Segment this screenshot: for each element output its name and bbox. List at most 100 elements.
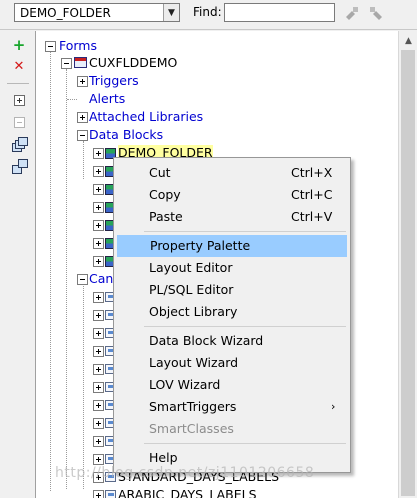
expand-toggle[interactable] xyxy=(93,328,104,339)
find-label: Find: xyxy=(193,5,222,19)
expand-toggle[interactable] xyxy=(93,184,104,195)
expand-all-icon[interactable] xyxy=(10,135,28,153)
expand-toggle[interactable] xyxy=(93,436,104,447)
menu-item-shortcut: Ctrl+V xyxy=(291,209,333,224)
toolbar-divider xyxy=(7,83,29,84)
tree-node-module[interactable]: CUXFLDDEMO xyxy=(61,54,177,72)
menu-divider xyxy=(144,231,346,232)
expand-toggle[interactable] xyxy=(77,76,88,87)
tree-node-alerts[interactable]: Alerts xyxy=(67,90,126,108)
expand-toggle[interactable] xyxy=(93,346,104,357)
collapse-toggle[interactable] xyxy=(61,58,72,69)
context-menu: Cut Ctrl+X Copy Ctrl+C Paste Ctrl+V Prop… xyxy=(113,157,351,473)
tree-node-label: ARABIC_DAYS_LABELS xyxy=(118,487,257,498)
object-combo-value: DEMO_FOLDER xyxy=(20,6,111,20)
menu-item-cut[interactable]: Cut Ctrl+X xyxy=(117,162,347,184)
expand-icon[interactable] xyxy=(10,91,28,109)
menu-divider xyxy=(144,326,346,327)
menu-item-label: SmartTriggers xyxy=(149,399,237,414)
menu-item-label: Copy xyxy=(149,187,181,202)
vertical-scrollbar[interactable]: ▲ xyxy=(398,31,417,498)
expand-toggle[interactable] xyxy=(93,400,104,411)
expand-toggle[interactable] xyxy=(93,382,104,393)
menu-item-label: Layout Editor xyxy=(149,260,233,275)
chevron-down-icon[interactable]: ▼ xyxy=(163,4,179,21)
expand-toggle[interactable] xyxy=(93,472,104,483)
tree-connector xyxy=(83,283,84,489)
top-toolbar: DEMO_FOLDER ▼ Find: xyxy=(0,0,417,30)
collapse-toggle[interactable] xyxy=(77,274,88,285)
menu-item-paste[interactable]: Paste Ctrl+V xyxy=(117,206,347,228)
menu-item-shortcut: Ctrl+X xyxy=(291,165,333,180)
menu-item-label: Layout Wizard xyxy=(149,355,239,370)
tree-connector xyxy=(50,51,51,491)
expand-toggle[interactable] xyxy=(93,310,104,321)
delete-icon[interactable]: ✕ xyxy=(10,57,28,75)
menu-item-label: LOV Wizard xyxy=(149,377,221,392)
menu-item-label: PL/SQL Editor xyxy=(149,282,234,297)
menu-item-plsql-editor[interactable]: PL/SQL Editor xyxy=(117,279,347,301)
expand-toggle[interactable] xyxy=(93,418,104,429)
flashlight-left-icon[interactable] xyxy=(343,4,361,22)
menu-item-layout-wizard[interactable]: Layout Wizard xyxy=(117,352,347,374)
scroll-up-icon[interactable]: ▲ xyxy=(400,32,417,49)
menu-item-layout-editor[interactable]: Layout Editor xyxy=(117,257,347,279)
tree-node-triggers[interactable]: Triggers xyxy=(77,72,139,90)
expand-toggle[interactable] xyxy=(77,112,88,123)
tree-connector xyxy=(66,69,67,489)
menu-item-lov-wizard[interactable]: LOV Wizard xyxy=(117,374,347,396)
collapse-icon[interactable] xyxy=(10,113,28,131)
tree-node-label: Attached Libraries xyxy=(89,109,204,124)
tree-node-label: Alerts xyxy=(89,91,126,106)
canvas-icon xyxy=(105,490,116,498)
menu-item-label: Property Palette xyxy=(150,238,251,253)
create-icon[interactable]: + xyxy=(10,36,28,54)
tree-node-attached-libraries[interactable]: Attached Libraries xyxy=(77,108,203,126)
expand-toggle[interactable] xyxy=(93,148,104,159)
tree-node-label: Forms xyxy=(59,38,98,53)
tree-node-canvas[interactable]: ARABIC_DAYS_LABELS xyxy=(93,486,257,498)
menu-item-shortcut: Ctrl+C xyxy=(291,187,333,202)
menu-item-property-palette[interactable]: Property Palette xyxy=(117,235,347,257)
canvas-icon xyxy=(105,472,116,482)
tree-node-label: Triggers xyxy=(89,73,139,88)
form-module-icon xyxy=(74,57,87,68)
menu-item-label: Object Library xyxy=(149,304,238,319)
tree-node-label: CUXFLDDEMO xyxy=(89,55,178,70)
menu-divider xyxy=(144,443,346,444)
tree-node-label: Data Blocks xyxy=(89,127,164,142)
expand-toggle[interactable] xyxy=(93,220,104,231)
menu-item-label: Help xyxy=(149,450,178,465)
tree-connector xyxy=(67,99,77,100)
expand-toggle[interactable] xyxy=(93,454,104,465)
menu-item-data-block-wizard[interactable]: Data Block Wizard xyxy=(117,330,347,352)
expand-toggle[interactable] xyxy=(93,364,104,375)
tree-connector xyxy=(83,141,84,179)
menu-item-smarttriggers[interactable]: SmartTriggers › xyxy=(117,396,347,418)
menu-item-label: SmartClasses xyxy=(149,421,234,436)
collapse-all-icon[interactable] xyxy=(10,157,28,175)
menu-item-help[interactable]: Help xyxy=(117,447,347,469)
menu-item-label: Data Block Wizard xyxy=(149,333,264,348)
expand-toggle[interactable] xyxy=(93,166,104,177)
chevron-right-icon: › xyxy=(331,400,336,413)
menu-item-label: Cut xyxy=(149,165,171,180)
expand-toggle[interactable] xyxy=(93,292,104,303)
expand-toggle[interactable] xyxy=(93,490,104,498)
menu-item-smartclasses: SmartClasses xyxy=(117,418,347,440)
menu-item-object-library[interactable]: Object Library xyxy=(117,301,347,323)
tree-node-forms[interactable]: Forms xyxy=(45,37,97,55)
flashlight-right-icon[interactable] xyxy=(367,4,385,22)
expand-toggle[interactable] xyxy=(93,238,104,249)
expand-toggle[interactable] xyxy=(93,202,104,213)
tree-node-data-blocks[interactable]: Data Blocks xyxy=(77,126,163,144)
menu-item-label: Paste xyxy=(149,209,183,224)
object-combo[interactable]: DEMO_FOLDER ▼ xyxy=(14,3,180,22)
collapse-toggle[interactable] xyxy=(77,130,88,141)
menu-item-copy[interactable]: Copy Ctrl+C xyxy=(117,184,347,206)
scrollbar-thumb[interactable] xyxy=(401,50,415,496)
navigator-toolbar: + ✕ xyxy=(0,30,34,498)
collapse-toggle[interactable] xyxy=(45,41,56,52)
expand-toggle[interactable] xyxy=(93,256,104,267)
find-input[interactable] xyxy=(224,3,335,22)
